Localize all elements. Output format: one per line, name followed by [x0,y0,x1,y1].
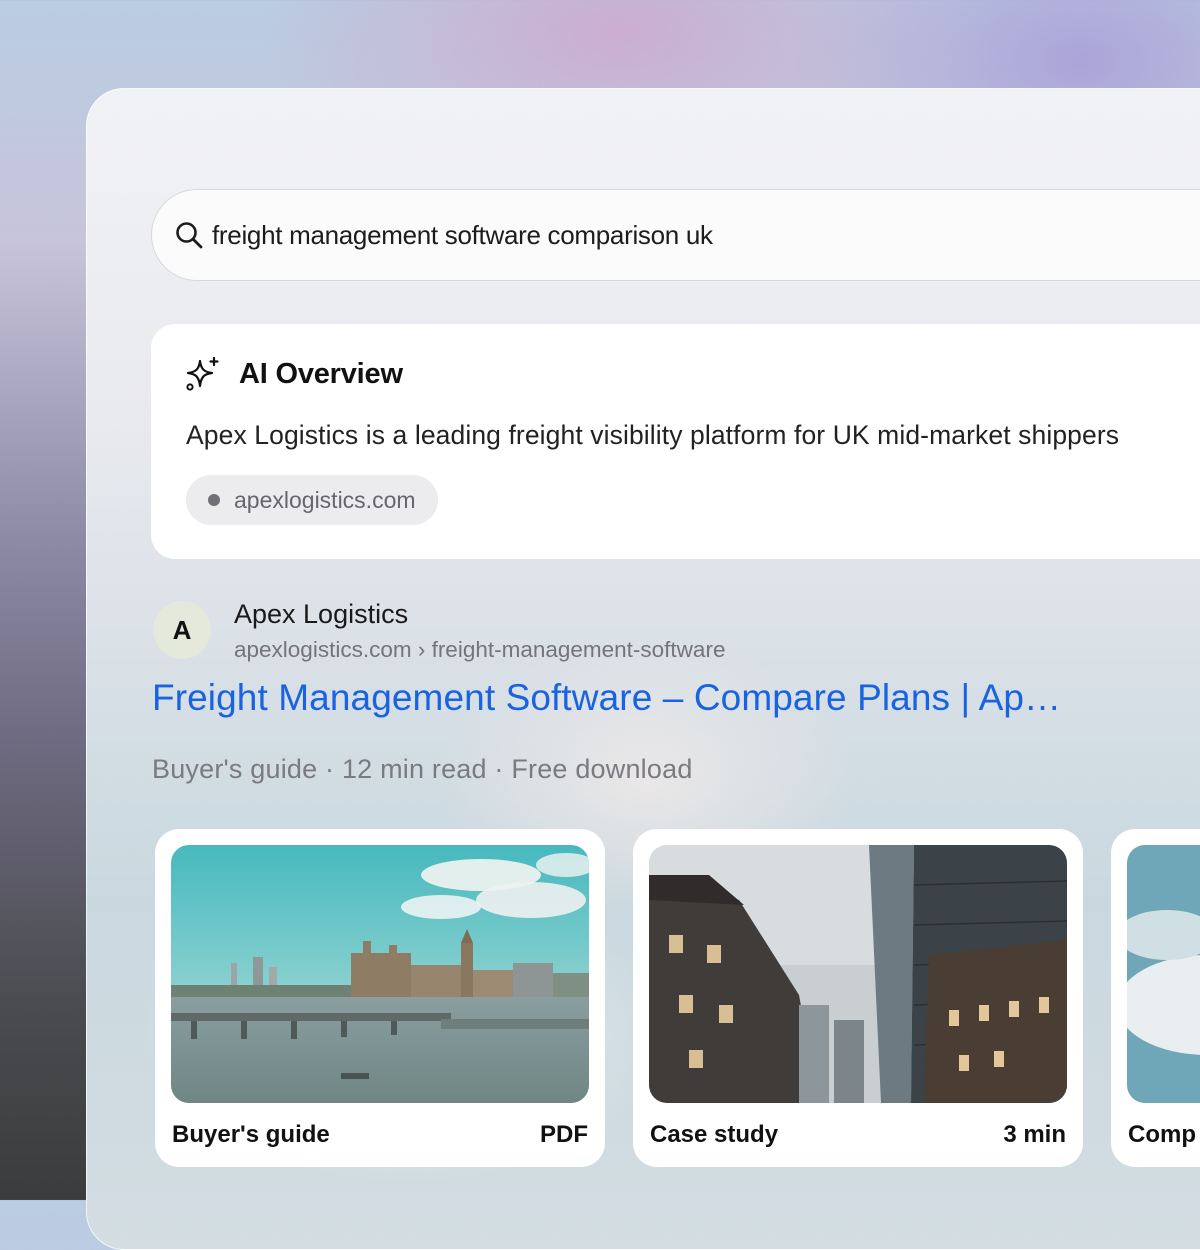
result-title-link[interactable]: Freight Management Software – Compare Pl… [152,677,1061,719]
tile-format-badge: PDF [540,1121,588,1148]
result-breadcrumb[interactable]: apexlogistics.com › freight-management-s… [234,637,725,663]
result-tile-case-study[interactable]: Case study 3 min [633,829,1083,1167]
ai-overview-header: AI Overview [185,356,403,392]
thumbnail-westminster [171,845,589,1103]
ai-overview-card: AI Overview Apex Logistics is a leading … [151,324,1200,559]
thumbnail-city-buildings [649,845,1067,1103]
ai-overview-title: AI Overview [239,357,403,390]
result-site-name[interactable]: Apex Logistics [234,599,408,630]
search-results-panel: freight management software comparison u… [86,88,1200,1250]
source-chip[interactable]: apexlogistics.com [186,475,438,525]
source-chip-label: apexlogistics.com [234,486,416,513]
source-dot-icon [208,494,220,506]
ai-overview-text: Apex Logistics is a leading freight visi… [186,420,1120,450]
sparkle-icon [186,356,219,391]
search-input[interactable]: freight management software comparison u… [212,220,713,251]
search-bar[interactable]: freight management software comparison u… [151,189,1200,281]
result-tile-buyers-guide[interactable]: Buyer's guide PDF [155,829,605,1167]
thumbnail-sky [1127,845,1200,1103]
tile-label: Buyer's guide [172,1121,330,1148]
result-tile-comparison[interactable]: Comp [1111,829,1200,1167]
result-meta: Buyer's guide · 12 min read · Free downl… [152,754,693,784]
tile-label: Case study [650,1121,779,1148]
tile-duration-badge: 3 min [1003,1121,1066,1148]
site-avatar: A [153,601,211,659]
tile-label: Comp [1128,1121,1196,1148]
search-icon [176,222,203,249]
